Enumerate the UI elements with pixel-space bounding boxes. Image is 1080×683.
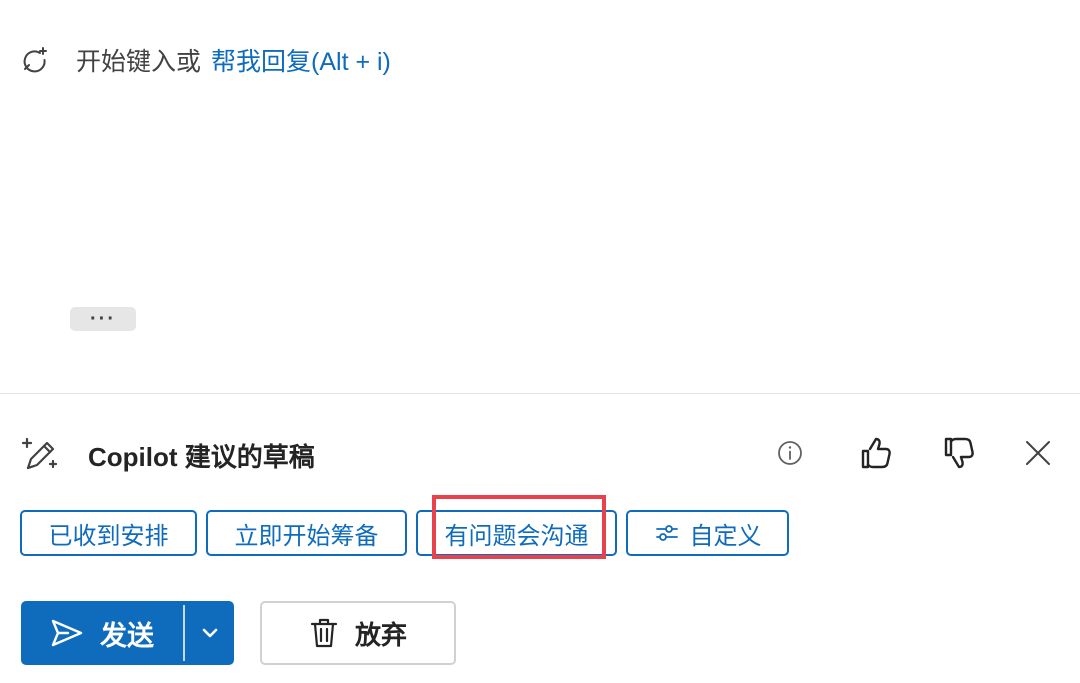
send-icon: [50, 618, 84, 648]
thumbs-down-icon[interactable]: [936, 430, 982, 476]
suggestion-chip[interactable]: 立即开始筹备: [206, 510, 407, 556]
divider: [0, 393, 1080, 394]
sparkle-refresh-icon: [18, 43, 52, 77]
trash-icon: [309, 616, 339, 650]
suggestion-chip[interactable]: 已收到安排: [20, 510, 197, 556]
suggestion-label: 立即开始筹备: [234, 522, 379, 550]
send-label: 发送: [100, 620, 154, 651]
customize-chip[interactable]: 自定义: [626, 510, 789, 556]
compose-hint: 开始键入或 帮我回复(Alt + i): [18, 38, 391, 82]
send-split-button: 发送: [21, 601, 234, 665]
send-button[interactable]: 发送: [21, 601, 183, 665]
copilot-header: Copilot 建议的草稿: [20, 432, 315, 478]
info-icon[interactable]: [767, 430, 813, 476]
close-icon[interactable]: [1015, 430, 1061, 476]
pen-sparkle-icon: [20, 435, 60, 475]
help-me-reply-link[interactable]: 帮我回复(Alt + i): [211, 42, 391, 78]
thumbs-up-icon[interactable]: [853, 430, 899, 476]
highlight-box: [432, 495, 606, 559]
discard-button[interactable]: 放弃: [260, 601, 456, 665]
suggestion-label: 已收到安排: [48, 522, 169, 550]
compose-prompt-text: 开始键入或: [76, 48, 202, 76]
suggestion-label: 自定义: [689, 522, 762, 550]
send-options-dropdown[interactable]: [185, 601, 234, 665]
send-separator: [183, 605, 185, 661]
discard-label: 放弃: [354, 619, 407, 650]
sliders-icon: [654, 522, 680, 544]
show-more-button[interactable]: ···: [70, 307, 136, 331]
chevron-down-icon: [201, 627, 219, 639]
copilot-draft-title: Copilot 建议的草稿: [88, 441, 315, 472]
